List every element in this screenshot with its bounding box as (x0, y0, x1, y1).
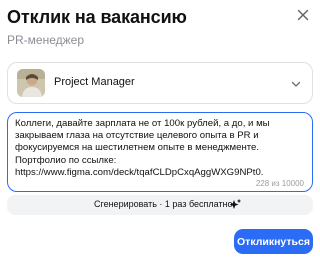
cover-letter-text[interactable]: Коллеги, давайте зарплата не от 100к руб… (15, 118, 305, 179)
vacancy-name: PR-менеджер (7, 33, 85, 47)
close-button[interactable] (296, 8, 310, 22)
character-counter: 228 из 10000 (255, 179, 304, 188)
dialog-title: Отклик на вакансию (7, 7, 187, 27)
resume-select[interactable]: Project Manager (7, 62, 313, 104)
cover-letter-field[interactable]: Коллеги, давайте зарплата не от 100к руб… (7, 112, 313, 192)
job-response-dialog: Отклик на вакансию PR-менеджер Project M… (0, 0, 320, 260)
submit-label: Откликнуться (237, 235, 310, 248)
resume-avatar (17, 69, 45, 97)
resume-selected-value: Project Manager (54, 76, 135, 88)
generate-label: Сгенерировать · 1 раз бесплатно (94, 199, 233, 209)
generate-letter-button[interactable]: Сгенерировать · 1 раз бесплатно (7, 195, 313, 215)
close-icon (296, 8, 310, 22)
sparkle-icon (228, 198, 242, 212)
submit-response-button[interactable]: Откликнуться (234, 229, 313, 254)
chevron-down-icon (290, 77, 302, 89)
